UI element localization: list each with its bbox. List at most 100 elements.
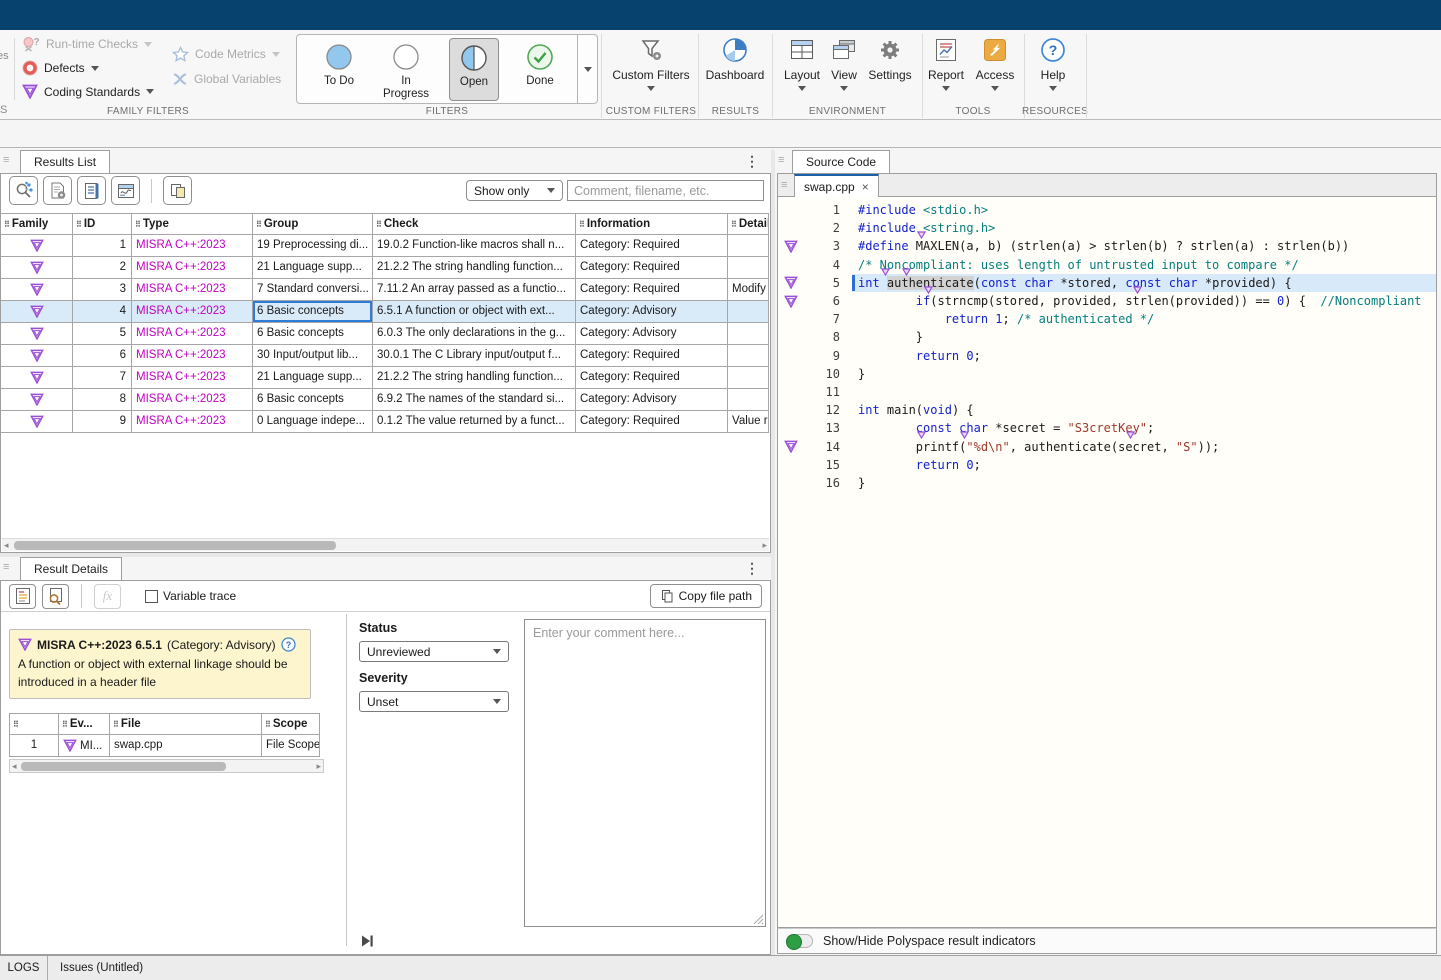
cell-id[interactable]: 6: [73, 345, 132, 367]
filter-to-do[interactable]: To Do: [311, 38, 367, 101]
table-row[interactable]: 1MISRA C++:202319 Preprocessing di...19.…: [1, 235, 769, 257]
logs-tab[interactable]: LOGS: [0, 956, 48, 980]
copy-file-path-button[interactable]: Copy file path: [650, 584, 762, 608]
result-marker-icon[interactable]: [881, 268, 890, 276]
open-report-button[interactable]: [77, 176, 106, 205]
severity-select[interactable]: Unset: [359, 691, 509, 712]
code-line[interactable]: 7 return 1; /* authenticated */: [778, 310, 1436, 328]
code-line[interactable]: 13 const char *secret = "S3cretKey";: [778, 419, 1436, 437]
cell-detail[interactable]: [728, 235, 769, 257]
cell-id[interactable]: 4: [73, 301, 132, 323]
cell-family[interactable]: [1, 411, 73, 433]
code-line[interactable]: 8 }: [778, 328, 1436, 346]
code-line[interactable]: 12int main(void) {: [778, 401, 1436, 419]
result-indicator-icon[interactable]: [784, 240, 800, 253]
cell-id[interactable]: 2: [73, 257, 132, 279]
comment-input[interactable]: [524, 619, 766, 927]
code-line[interactable]: 2#include <string.h>: [778, 219, 1436, 237]
code-line[interactable]: 9 return 0;: [778, 347, 1436, 365]
cell-family[interactable]: [1, 323, 73, 345]
report-button[interactable]: Report: [922, 36, 970, 91]
result-marker-icon[interactable]: [917, 231, 926, 239]
column-header-information[interactable]: ⠿Information: [576, 213, 728, 235]
show-only-dropdown[interactable]: Show only: [466, 180, 563, 201]
filter-open[interactable]: Open: [449, 38, 499, 101]
cell-family[interactable]: [1, 235, 73, 257]
cell-information[interactable]: Category: Advisory: [576, 389, 728, 411]
cell-group[interactable]: 21 Language supp...: [253, 257, 373, 279]
cell-information[interactable]: Category: Required: [576, 367, 728, 389]
family-filter-coding-standards[interactable]: Coding Standards: [22, 84, 154, 99]
table-row[interactable]: 7MISRA C++:202321 Language supp...21.2.2…: [1, 367, 769, 389]
tab-result-details[interactable]: Result Details: [20, 557, 122, 580]
scroll-right-icon[interactable]: ▸: [316, 761, 321, 772]
cell-detail[interactable]: Value ret: [728, 411, 769, 433]
horizontal-scrollbar[interactable]: ◂ ▸: [2, 538, 769, 551]
skip-to-end-icon[interactable]: [359, 933, 375, 949]
code-line[interactable]: 1#include <stdio.h>: [778, 201, 1436, 219]
cell-family[interactable]: [1, 389, 73, 411]
cell-group[interactable]: 7 Standard conversi...: [253, 279, 373, 301]
scroll-right-icon[interactable]: ▸: [762, 540, 767, 551]
panel-drag-handle-icon[interactable]: ≡: [778, 154, 784, 166]
file-tab-swap-cpp[interactable]: swap.cpp ×: [794, 174, 879, 197]
chart-view-button[interactable]: [111, 176, 140, 205]
cell-check[interactable]: 6.0.3 The only declarations in the g...: [373, 323, 576, 345]
scrollbar-thumb[interactable]: [14, 541, 336, 550]
family-filter-code-metrics[interactable]: Code Metrics: [172, 46, 280, 62]
cell-type[interactable]: MISRA C++:2023: [132, 367, 253, 389]
panel-drag-handle-icon[interactable]: ≡: [3, 561, 9, 573]
cell-detail[interactable]: Modify t: [728, 279, 769, 301]
cell-index[interactable]: 1: [9, 735, 59, 757]
cell-type[interactable]: MISRA C++:2023: [132, 301, 253, 323]
search-input[interactable]: [567, 180, 764, 201]
cell-type[interactable]: MISRA C++:2023: [132, 389, 253, 411]
cell-type[interactable]: MISRA C++:2023: [132, 411, 253, 433]
cell-group[interactable]: 21 Language supp...: [253, 367, 373, 389]
column-header-group[interactable]: ⠿Group: [253, 213, 373, 235]
cell-id[interactable]: 8: [73, 389, 132, 411]
cell-information[interactable]: Category: Required: [576, 411, 728, 433]
panel-menu-icon[interactable]: ⋮: [745, 560, 759, 577]
family-filter-global-variables[interactable]: Global Variables: [172, 71, 281, 87]
report-config-button[interactable]: [43, 176, 72, 205]
result-marker-icon[interactable]: [924, 286, 933, 294]
cell-id[interactable]: 1: [73, 235, 132, 257]
variable-trace-checkbox[interactable]: [145, 590, 158, 603]
result-marker-icon[interactable]: [902, 268, 911, 276]
cell-group[interactable]: 6 Basic concepts: [253, 301, 373, 323]
panel-drag-handle-icon[interactable]: ≡: [3, 154, 9, 166]
result-marker-icon[interactable]: [917, 431, 926, 439]
duplicate-button[interactable]: [163, 176, 192, 205]
cell-id[interactable]: 9: [73, 411, 132, 433]
cell-family[interactable]: [1, 257, 73, 279]
cell-file[interactable]: swap.cpp: [110, 735, 262, 757]
family-filter-defects[interactable]: Defects: [22, 60, 99, 76]
panel-drag-handle-icon[interactable]: ≡: [781, 179, 787, 191]
cell-group[interactable]: 0 Language indepe...: [253, 411, 373, 433]
dashboard-button[interactable]: Dashboard: [700, 36, 770, 82]
column-header-blank[interactable]: ⠿: [9, 713, 59, 735]
panel-menu-icon[interactable]: ⋮: [745, 153, 759, 170]
column-header-family[interactable]: ⠿Family: [1, 213, 73, 235]
close-icon[interactable]: ×: [862, 181, 869, 193]
code-line[interactable]: 16}: [778, 474, 1436, 492]
cell-id[interactable]: 5: [73, 323, 132, 345]
column-header-event[interactable]: ⠿Ev...: [59, 713, 110, 735]
cell-event[interactable]: MI...: [59, 735, 110, 757]
result-marker-icon[interactable]: [960, 431, 969, 439]
help-small-icon[interactable]: ?: [281, 637, 296, 652]
column-header-detail[interactable]: ⠿Detail: [728, 213, 769, 235]
column-header-type[interactable]: ⠿Type: [132, 213, 253, 235]
event-table-row[interactable]: 1 MI... swap.cpp File Scope: [9, 735, 320, 757]
cell-detail[interactable]: [728, 301, 769, 323]
table-row[interactable]: 2MISRA C++:202321 Language supp...21.2.2…: [1, 257, 769, 279]
cell-type[interactable]: MISRA C++:2023: [132, 279, 253, 301]
cell-check[interactable]: 21.2.2 The string handling function...: [373, 367, 576, 389]
cell-check[interactable]: 19.0.2 Function-like macros shall n...: [373, 235, 576, 257]
code-line[interactable]: 11: [778, 383, 1436, 401]
scrollbar-thumb[interactable]: [21, 762, 226, 771]
cell-group[interactable]: 19 Preprocessing di...: [253, 235, 373, 257]
code-line[interactable]: 5int authenticate(const char *stored, co…: [778, 274, 1436, 292]
cell-check[interactable]: 30.0.1 The C Library input/output f...: [373, 345, 576, 367]
